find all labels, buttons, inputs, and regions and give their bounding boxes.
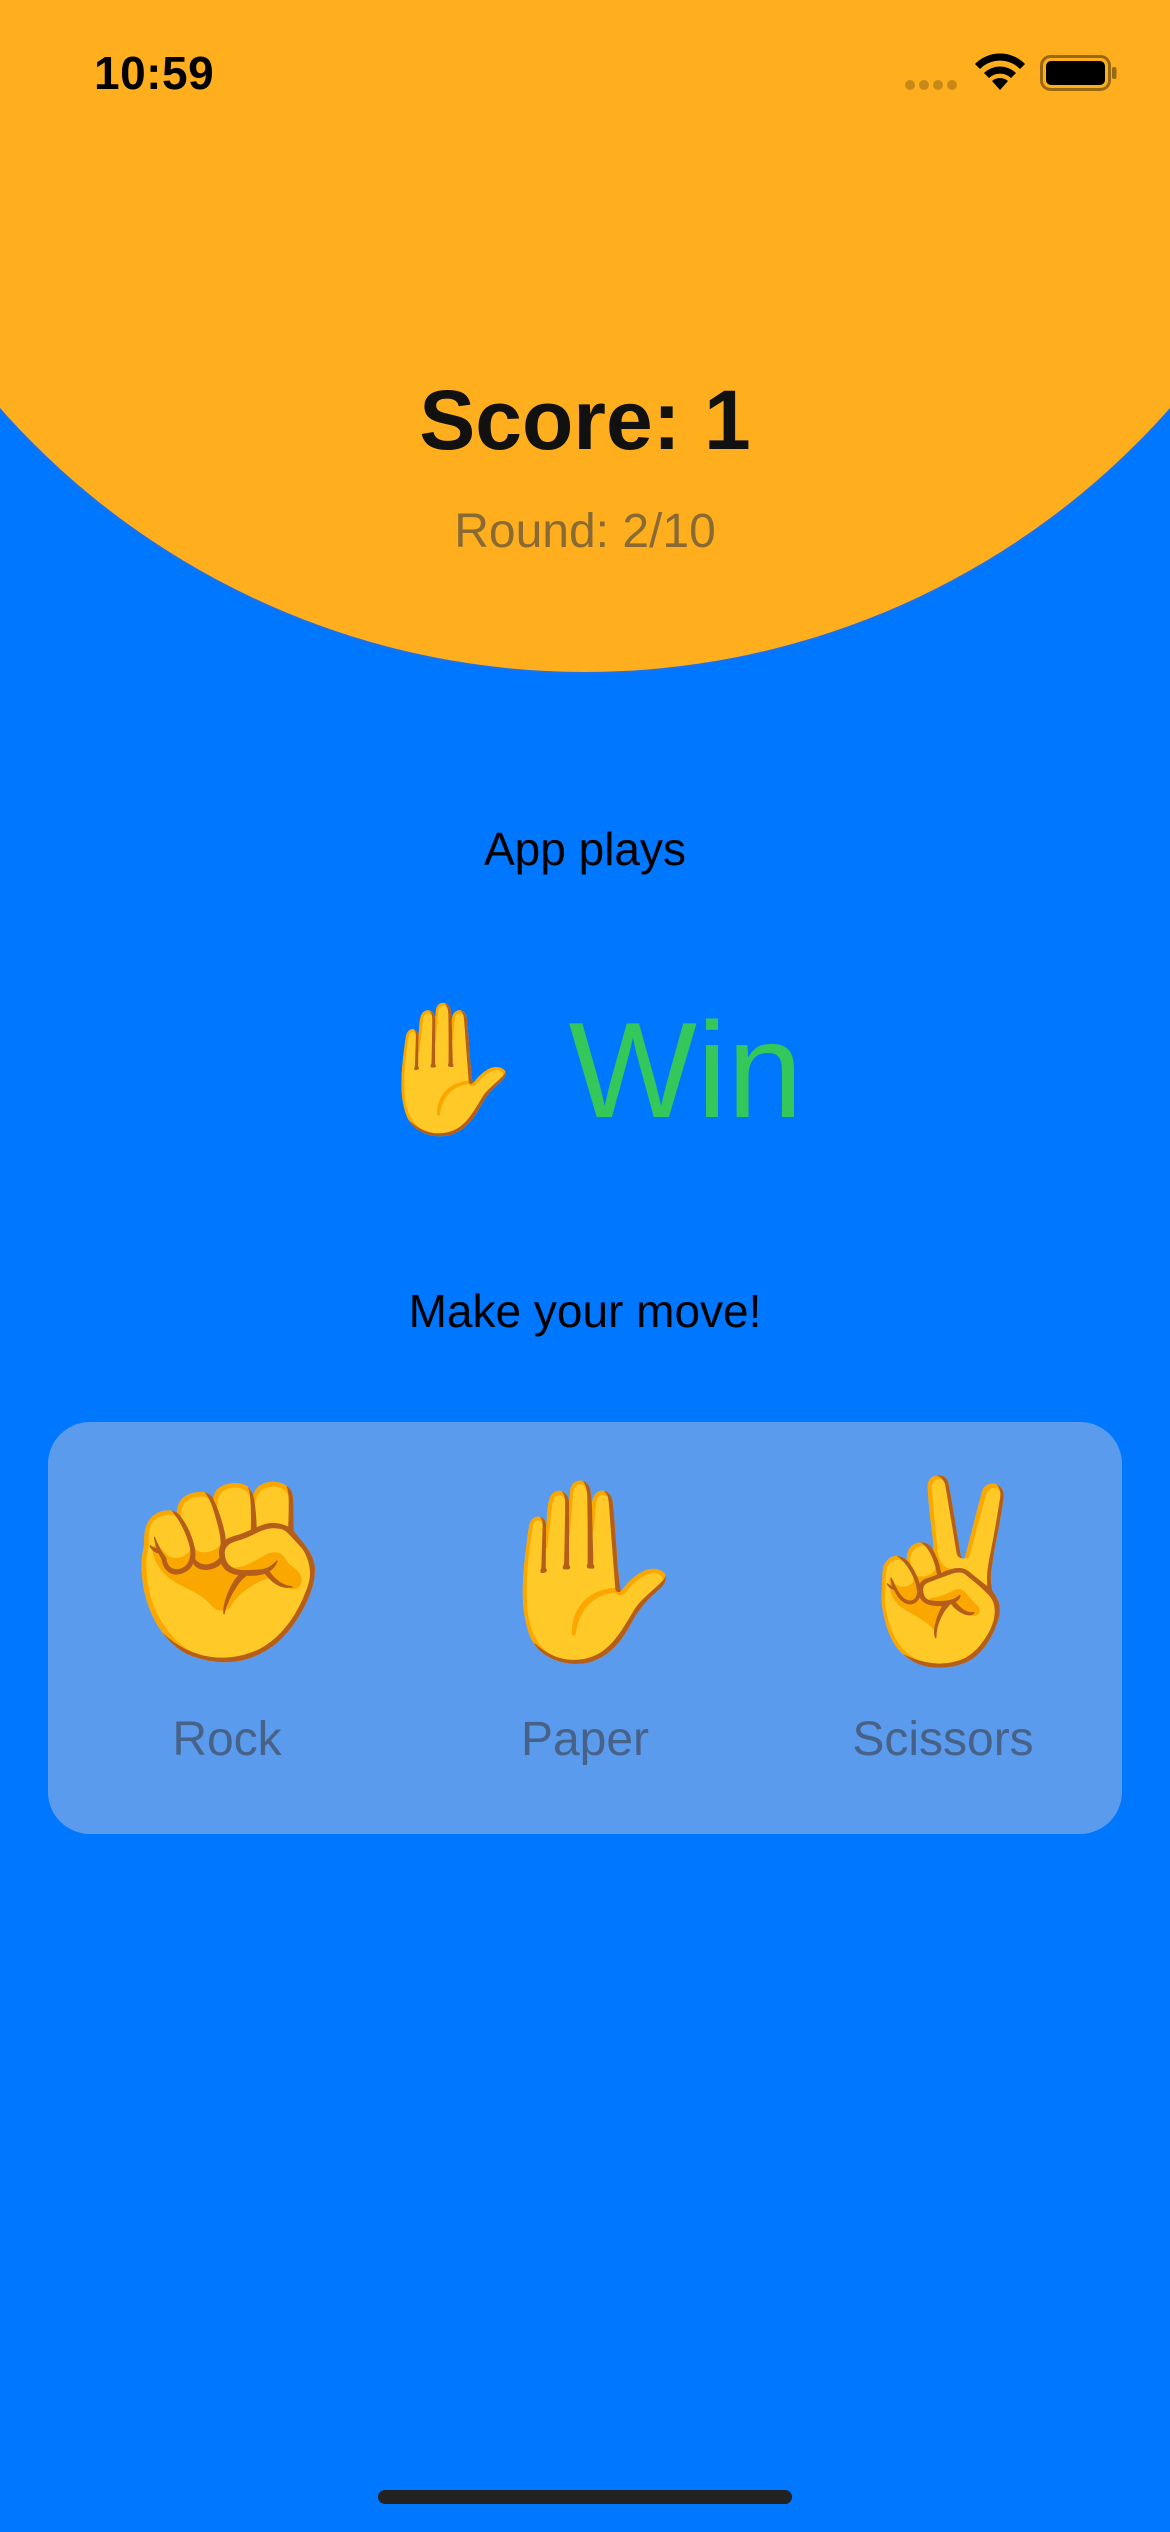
make-move-prompt: Make your move!	[408, 1285, 762, 1337]
scissors-label: Scissors	[852, 1713, 1034, 1766]
paper-label: Paper	[520, 1713, 650, 1766]
home-indicator[interactable]	[378, 2490, 792, 2504]
victory-hand-icon: ✌️	[833, 1474, 1053, 1670]
scissors-button[interactable]: ✌️ Scissors	[793, 1422, 1093, 1767]
app-plays-label: App plays	[483, 823, 686, 875]
rock-button[interactable]: ✊ Rock	[77, 1422, 377, 1767]
rock-label: Rock	[172, 1713, 282, 1766]
result-text: Win	[568, 994, 803, 1146]
round-counter: Round: 2/10	[454, 505, 716, 558]
status-time: 10:59	[94, 47, 215, 99]
status-bar: 10:59	[0, 0, 1170, 140]
move-choices-panel: ✊ Rock ✋ Paper ✌️ Scissors	[48, 1422, 1122, 1834]
score-title: Score: 1	[419, 373, 751, 467]
battery-icon	[1040, 55, 1117, 91]
raised-hand-icon: ✋	[367, 998, 527, 1141]
fist-icon: ✊	[117, 1474, 337, 1670]
raised-hand-icon: ✋	[475, 1474, 695, 1670]
cellular-signal-icon	[905, 80, 959, 92]
app-move-result: ✋ Win	[0, 980, 1170, 1160]
wifi-icon	[975, 53, 1025, 90]
game-screen: 10:59 Score: 1 Round: 2/10 App plays ✋ W…	[0, 0, 1170, 2532]
paper-button[interactable]: ✋ Paper	[435, 1422, 735, 1767]
